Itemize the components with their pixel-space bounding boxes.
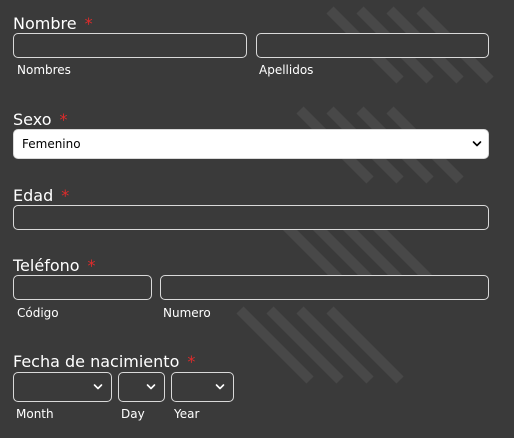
phone-number-input[interactable] — [160, 275, 489, 300]
last-name-sublabel: Apellidos — [259, 63, 314, 77]
phone-number-sublabel: Numero — [163, 306, 211, 320]
required-indicator: * — [61, 186, 70, 205]
phone-code-sublabel: Código — [17, 306, 59, 320]
required-indicator: * — [187, 352, 196, 371]
edad-label: Edad * — [13, 186, 70, 205]
registration-form: Nombre * Nombres Apellidos Sexo * Femenino… — [0, 0, 514, 438]
phone-code-input[interactable] — [13, 275, 152, 300]
birth-month-sublabel: Month — [16, 407, 54, 421]
required-indicator: * — [59, 110, 68, 129]
required-indicator: * — [87, 256, 96, 275]
last-name-input[interactable] — [256, 33, 489, 58]
first-name-sublabel: Nombres — [17, 63, 71, 77]
chevron-down-icon — [215, 382, 225, 392]
required-indicator: * — [84, 14, 93, 33]
birth-month-select[interactable] — [13, 372, 112, 402]
birth-day-sublabel: Day — [121, 407, 145, 421]
sex-select-value: Femenino — [22, 137, 81, 151]
sex-select[interactable]: Femenino — [13, 129, 489, 159]
sexo-label: Sexo * — [13, 110, 68, 129]
birth-year-sublabel: Year — [174, 407, 200, 421]
birth-day-select[interactable] — [118, 372, 165, 402]
birth-year-select[interactable] — [171, 372, 234, 402]
chevron-down-icon — [472, 139, 482, 149]
age-input[interactable] — [13, 205, 489, 230]
chevron-down-icon — [93, 382, 103, 392]
telefono-label: Teléfono * — [13, 256, 96, 275]
fecha-label: Fecha de nacimiento * — [13, 352, 196, 371]
first-name-input[interactable] — [13, 33, 247, 58]
chevron-down-icon — [146, 382, 156, 392]
nombre-label: Nombre * — [13, 14, 93, 33]
